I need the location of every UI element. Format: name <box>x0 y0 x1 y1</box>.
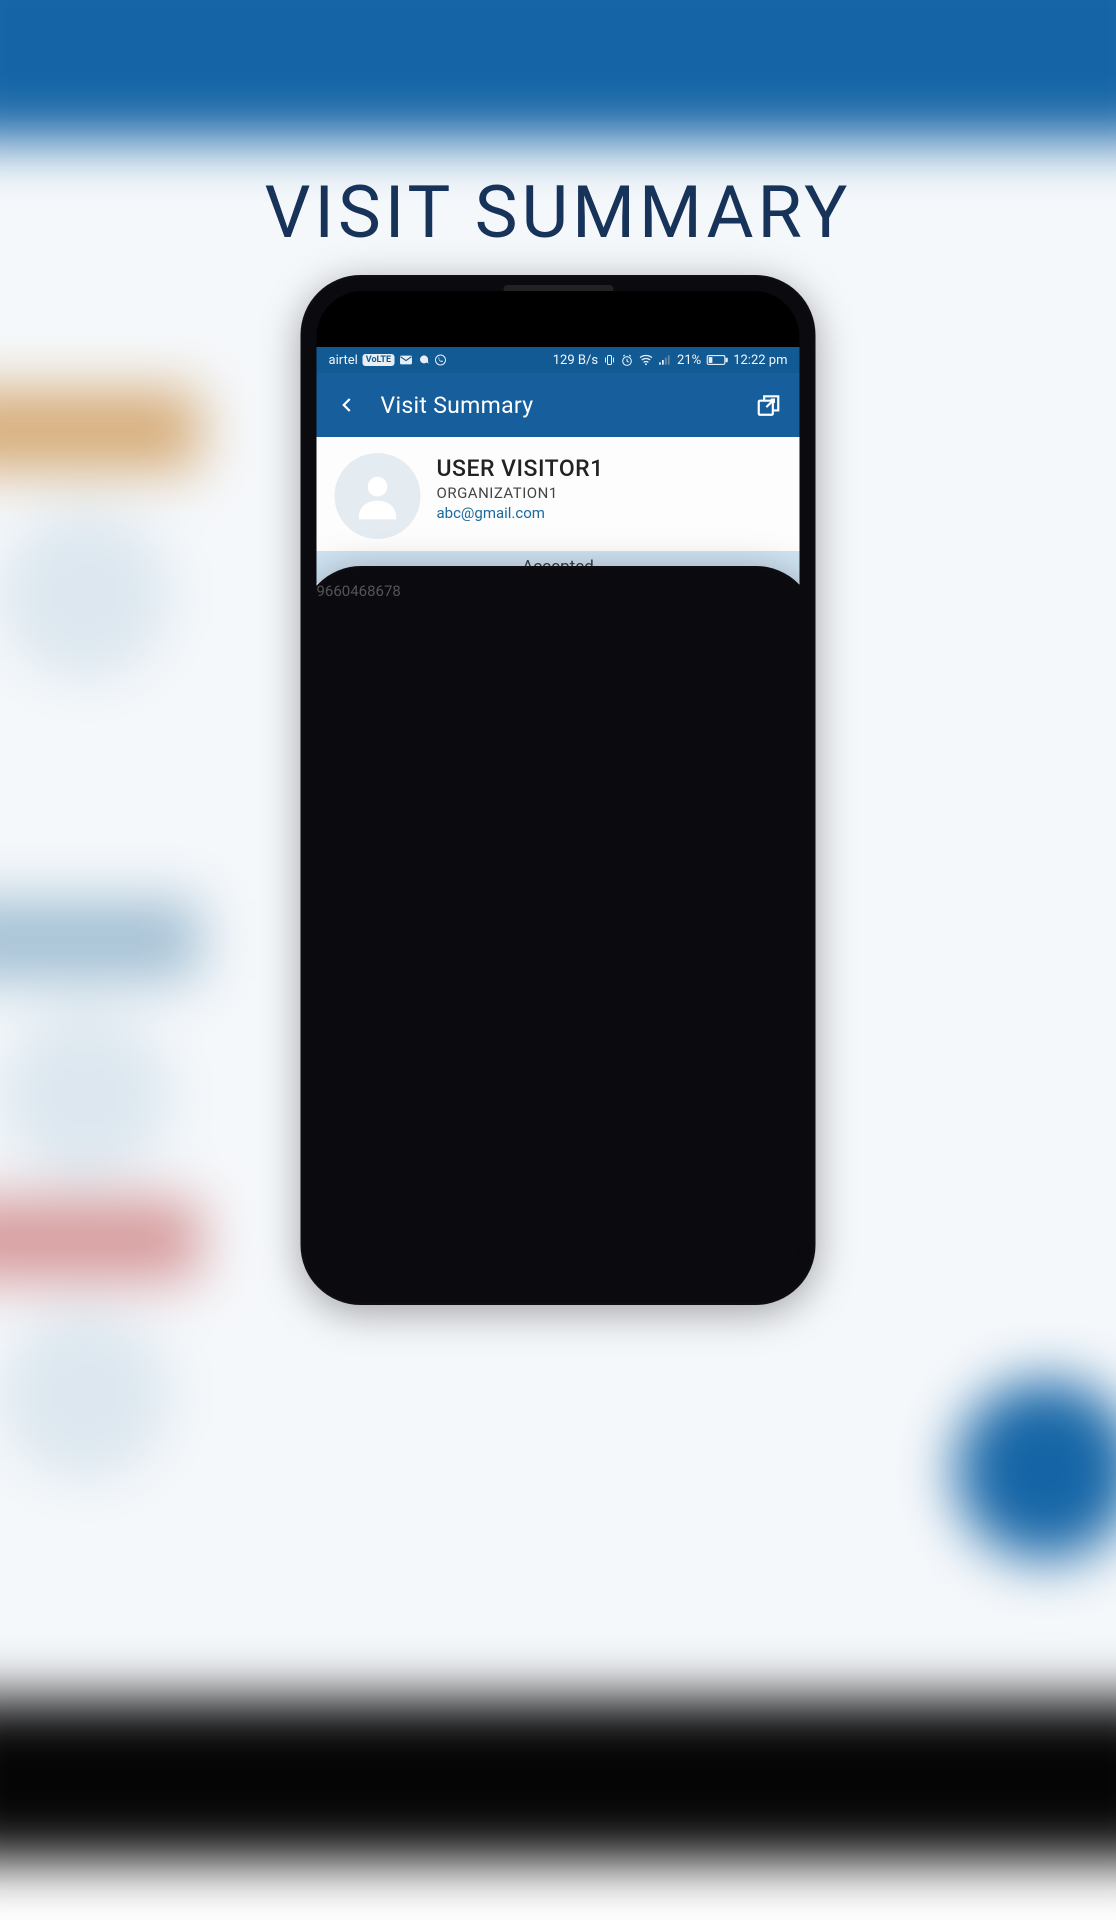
vibrate-icon <box>603 353 615 367</box>
chat-icon <box>417 354 429 366</box>
carrier-label: airtel <box>329 353 358 368</box>
volte-badge: VoLTE <box>363 354 394 366</box>
app-bar: Visit Summary <box>317 373 800 437</box>
back-button[interactable] <box>331 388 365 422</box>
phone-frame: airtel VoLTE 129 B/s 21% 12:22 pm <box>301 275 816 1305</box>
clock-time: 12:22 pm <box>733 353 787 368</box>
status-bar: airtel VoLTE 129 B/s 21% 12:22 pm <box>317 347 800 373</box>
alarm-icon <box>620 354 633 367</box>
whatsapp-icon <box>434 354 446 366</box>
share-button[interactable] <box>752 388 786 422</box>
net-speed: 129 B/s <box>553 353 598 368</box>
chevron-left-icon <box>339 392 357 418</box>
visitor-name: USER VISITOR1 <box>437 455 604 482</box>
battery-percent: 21% <box>677 353 701 368</box>
visitor-phone: 9660468678 <box>317 566 800 1233</box>
share-icon <box>756 392 782 418</box>
avatar <box>335 453 421 539</box>
battery-icon <box>706 354 728 366</box>
signal-icon <box>658 354 672 366</box>
person-icon <box>350 468 406 524</box>
phone-screen: airtel VoLTE 129 B/s 21% 12:22 pm <box>317 291 800 1289</box>
visitor-profile: USER VISITOR1 ORGANIZATION1 abc@gmail.co… <box>317 437 800 551</box>
promo-title: VISIT SUMMARY <box>0 170 1116 255</box>
mail-icon <box>399 355 412 365</box>
page-title: Visit Summary <box>381 392 736 419</box>
wifi-icon <box>638 354 653 366</box>
visitor-email[interactable]: abc@gmail.com <box>437 504 604 522</box>
content-area: USER VISITOR1 ORGANIZATION1 abc@gmail.co… <box>317 437 800 1233</box>
visitor-org: ORGANIZATION1 <box>437 484 604 502</box>
